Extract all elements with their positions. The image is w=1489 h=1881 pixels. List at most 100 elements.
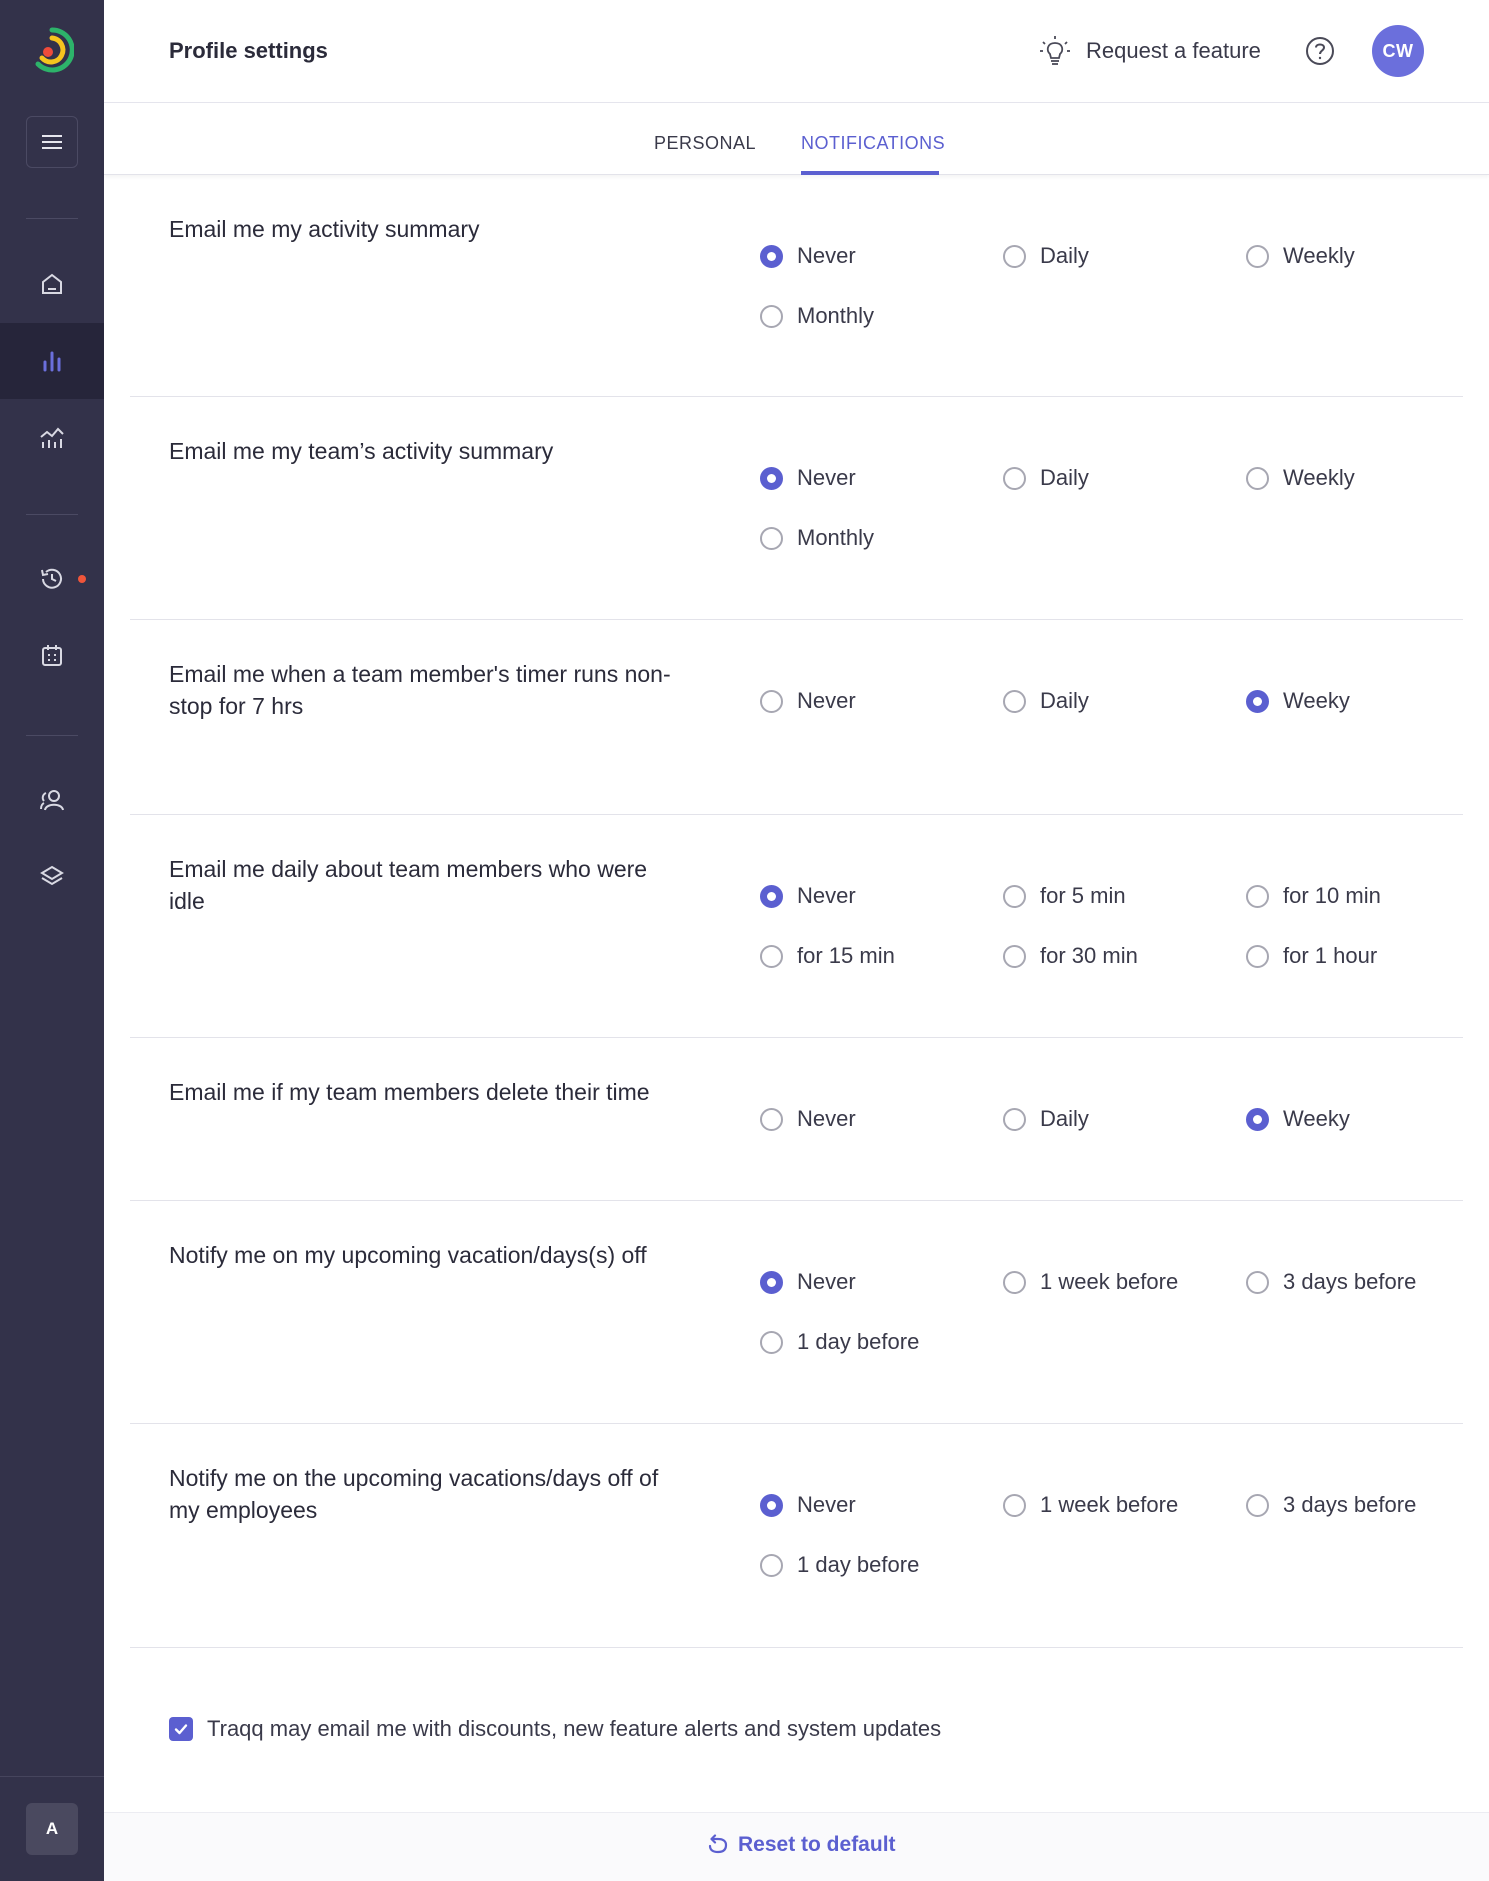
option-1-week-before[interactable]: 1 week before [1003,1269,1178,1295]
radio-button[interactable] [1246,1107,1269,1131]
radio-button[interactable] [1003,1107,1026,1131]
option-weekly[interactable]: Weeky [1246,688,1350,714]
radio-button[interactable] [760,1553,783,1577]
option-1-day-before[interactable]: 1 day before [760,1552,919,1578]
radio-button[interactable] [760,1107,783,1131]
account-switcher-button[interactable]: A [26,1803,78,1855]
trend-chart-icon [40,427,64,448]
option-label: Never [797,465,856,490]
radio-button[interactable] [1003,1493,1026,1517]
radio-button[interactable] [1003,244,1026,268]
option-daily[interactable]: Daily [1003,243,1089,269]
radio-button[interactable] [1246,1493,1269,1517]
radio-button[interactable] [760,1493,783,1517]
sidebar-item-calendar[interactable] [0,618,104,694]
option-daily[interactable]: Daily [1003,465,1089,491]
setting-label: Email me if my team members delete their… [169,1079,650,1105]
option-never[interactable]: Never [760,1269,856,1295]
traqq-logo[interactable] [30,24,74,78]
radio-button[interactable] [760,944,783,968]
option-daily[interactable]: Daily [1003,1106,1089,1132]
radio-button[interactable] [1246,884,1269,908]
radio-button[interactable] [1246,689,1269,713]
marketing-consent[interactable]: Traqq may email me with discounts, new f… [169,1716,941,1742]
setting-row-idle-members: Email me daily about team members who we… [130,815,1463,1038]
reset-to-default-button[interactable]: Reset to default [706,1833,896,1857]
sidebar-divider [26,218,78,219]
calendar-icon [42,645,62,666]
sidebar-item-history[interactable] [0,541,104,617]
radio-button[interactable] [1246,944,1269,968]
sidebar: A [0,0,104,1881]
tab-personal[interactable]: PERSONAL [654,133,756,154]
radio-button[interactable] [1003,884,1026,908]
option-never[interactable]: Never [760,688,856,714]
option-label: Daily [1040,465,1089,490]
marketing-consent-checkbox[interactable] [169,1717,193,1741]
option-label: Daily [1040,243,1089,268]
reset-to-default-label: Reset to default [738,1833,896,1856]
radio-button[interactable] [760,1330,783,1354]
option-1-hour[interactable]: for 1 hour [1246,943,1377,969]
tab-notifications[interactable]: NOTIFICATIONS [801,133,945,154]
option-daily[interactable]: Daily [1003,688,1089,714]
option-1-day-before[interactable]: 1 day before [760,1329,919,1355]
menu-toggle-button[interactable] [26,116,78,168]
radio-button[interactable] [760,466,783,490]
option-3-days-before[interactable]: 3 days before [1246,1269,1416,1295]
option-10-min[interactable]: for 10 min [1246,883,1381,909]
radio-button[interactable] [1003,1270,1026,1294]
option-label: Never [797,243,856,268]
header: Profile settings Request a feature CW [104,0,1489,103]
avatar[interactable]: CW [1372,25,1424,77]
option-weekly[interactable]: Weeky [1246,1106,1350,1132]
radio-button[interactable] [760,304,783,328]
option-label: Never [797,688,856,713]
reset-icon [708,1834,728,1854]
radio-button[interactable] [760,689,783,713]
option-weekly[interactable]: Weekly [1246,465,1355,491]
setting-row-delete-time: Email me if my team members delete their… [130,1038,1463,1201]
option-never[interactable]: Never [760,883,856,909]
option-monthly[interactable]: Monthly [760,303,874,329]
option-monthly[interactable]: Monthly [760,525,874,551]
radio-button[interactable] [760,244,783,268]
sidebar-item-projects[interactable] [0,839,104,915]
option-never[interactable]: Never [760,1492,856,1518]
sidebar-item-reports[interactable] [0,323,104,399]
option-1-week-before[interactable]: 1 week before [1003,1492,1178,1518]
sidebar-item-team[interactable] [0,762,104,838]
help-icon[interactable] [1304,35,1336,67]
option-30-min[interactable]: for 30 min [1003,943,1138,969]
radio-button[interactable] [1003,466,1026,490]
option-label: for 15 min [797,943,895,968]
radio-button[interactable] [1246,1270,1269,1294]
team-icon [40,790,64,811]
sidebar-item-home[interactable] [0,246,104,322]
setting-label: Notify me on my upcoming vacation/days(s… [169,1242,647,1268]
bar-chart-icon [43,351,61,372]
option-5-min[interactable]: for 5 min [1003,883,1126,909]
option-never[interactable]: Never [760,465,856,491]
radio-button[interactable] [760,1270,783,1294]
option-3-days-before[interactable]: 3 days before [1246,1492,1416,1518]
option-15-min[interactable]: for 15 min [760,943,895,969]
checkmark-icon [174,1724,188,1735]
radio-button[interactable] [760,526,783,550]
radio-button[interactable] [1003,944,1026,968]
setting-label: Email me daily about team members who we… [169,856,648,914]
radio-button[interactable] [1003,689,1026,713]
setting-label: Email me my team’s activity summary [169,438,554,464]
radio-button[interactable] [1246,244,1269,268]
option-never[interactable]: Never [760,243,856,269]
option-never[interactable]: Never [760,1106,856,1132]
sidebar-divider [0,1776,104,1777]
sidebar-item-analytics[interactable] [0,400,104,476]
option-label: Daily [1040,1106,1089,1131]
radio-button[interactable] [1246,466,1269,490]
request-feature-button[interactable]: Request a feature [1038,33,1261,69]
setting-label: Notify me on the upcoming vacations/days… [169,1465,659,1523]
option-weekly[interactable]: Weekly [1246,243,1355,269]
option-label: for 1 hour [1283,943,1378,968]
radio-button[interactable] [760,884,783,908]
